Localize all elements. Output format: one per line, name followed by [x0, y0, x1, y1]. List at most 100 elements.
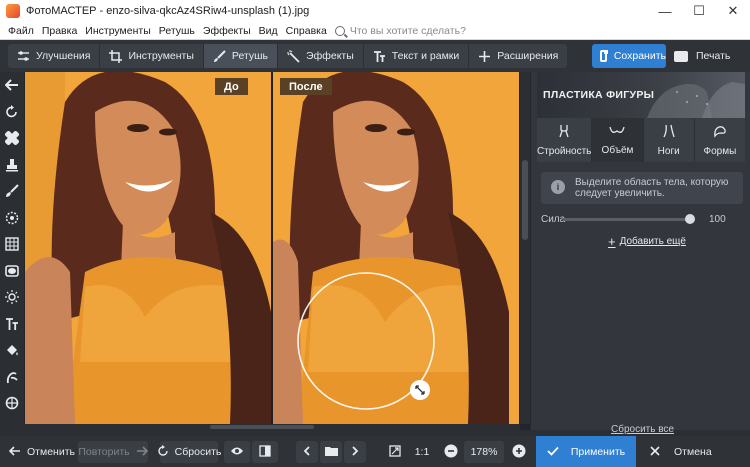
left-toolbar [0, 72, 24, 430]
tab-legs[interactable]: Ноги [643, 118, 695, 162]
strength-slider-row: Сила 100 [541, 212, 743, 226]
tab-shapes[interactable]: Формы [694, 118, 745, 162]
fit-screen-button[interactable] [384, 441, 406, 463]
sun-icon[interactable] [0, 284, 24, 311]
tab-retouch[interactable]: Ретушь [203, 44, 279, 68]
after-label: После [280, 78, 332, 95]
menu-file[interactable]: Файл [4, 25, 38, 37]
strength-label: Сила [541, 213, 566, 225]
next-image-button[interactable] [344, 441, 366, 463]
legs-icon [662, 124, 676, 141]
minimize-button[interactable]: — [648, 0, 682, 22]
cancel-button[interactable]: Отмена [640, 436, 750, 467]
undo-label: Отменить [27, 446, 75, 458]
crop-icon [109, 49, 123, 63]
eye-icon [230, 446, 244, 459]
search-placeholder: Что вы хотите сделать? [349, 24, 466, 37]
zoom-value[interactable]: 178% [464, 441, 504, 463]
body-icon [557, 124, 571, 141]
image-canvas[interactable]: До После [24, 72, 530, 430]
stamp-icon[interactable] [0, 152, 24, 179]
menu-search[interactable]: Что вы хотите сделать? [334, 24, 466, 37]
check-icon [547, 445, 559, 459]
tab-effects[interactable]: Эффекты [278, 44, 364, 68]
compare-button[interactable] [252, 441, 278, 463]
strength-value: 100 [709, 213, 726, 225]
redo-button[interactable]: Повторить [78, 441, 148, 463]
scroll-thumb[interactable] [210, 425, 314, 429]
maximize-button[interactable]: ☐ [682, 0, 716, 22]
undo-icon [8, 445, 21, 459]
plus-circle-icon [512, 444, 526, 461]
slider-handle[interactable] [685, 213, 695, 224]
window-title: ФотоМАСТЕР - enzo-silva-qkcAz4SRiw4-unsp… [26, 5, 310, 17]
prev-image-button[interactable] [296, 441, 318, 463]
tab-label: Текст и рамки [391, 50, 460, 62]
tab-extensions[interactable]: Расширения [469, 44, 568, 68]
add-more-link[interactable]: + Добавить ещё [608, 234, 686, 249]
tab-volume[interactable]: Объём [592, 118, 644, 162]
vignette-icon[interactable] [0, 258, 24, 285]
actual-size-button[interactable]: 1:1 [410, 441, 434, 463]
save-label: Сохранить [613, 50, 666, 62]
volume-icon [609, 125, 626, 140]
reset-button[interactable]: Сбросить [157, 441, 221, 463]
shapes-icon [713, 124, 727, 141]
sliders-icon [17, 50, 30, 63]
reset-label: Сбросить [174, 446, 222, 458]
floppy-icon [600, 50, 608, 62]
print-button[interactable]: Печать [670, 44, 740, 68]
menu-tools[interactable]: Инструменты [81, 25, 154, 37]
menu-edit[interactable]: Правка [38, 25, 81, 37]
strength-slider[interactable] [563, 213, 695, 224]
menu-help[interactable]: Справка [282, 25, 331, 37]
panel-title: ПЛАСТИКА ФИГУРЫ [543, 89, 655, 101]
horizontal-scrollbar[interactable] [24, 424, 520, 430]
healing-icon[interactable] [0, 125, 24, 152]
tab-enhance[interactable]: Улучшения [8, 44, 101, 68]
reset-icon [157, 444, 169, 460]
chevron-right-icon [351, 445, 359, 459]
menu-view[interactable]: Вид [255, 25, 282, 37]
brush-tool-icon[interactable] [0, 178, 24, 205]
zoom-in-button[interactable] [508, 441, 530, 463]
save-button[interactable]: Сохранить [592, 44, 666, 68]
rotate-icon[interactable] [0, 99, 24, 126]
apply-label: Применить [570, 445, 626, 458]
main-toolbar: Улучшения Инструменты Ретушь Эффекты Тек… [0, 40, 750, 72]
back-arrow-icon[interactable] [0, 72, 24, 99]
search-icon [334, 25, 345, 36]
close-window-button[interactable]: ✕ [716, 0, 750, 22]
plus-icon: + [608, 234, 616, 249]
tab-slimness[interactable]: Стройность [537, 118, 593, 162]
plus-icon [478, 50, 491, 63]
after-photo [273, 72, 519, 424]
body-sculpt-panel: ПЛАСТИКА ФИГУРЫ Стройность Объём Ноги Фо… [530, 72, 750, 435]
bottom-bar: Отменить Повторить Сбросить 1:1 178% [0, 436, 750, 467]
body-shape-icon[interactable] [0, 364, 24, 391]
reset-all-link[interactable]: Сбросить все [611, 424, 674, 435]
zoom-out-button[interactable] [440, 441, 462, 463]
apply-button[interactable]: Применить [536, 436, 636, 467]
menu-effects[interactable]: Эффекты [199, 25, 255, 37]
grid-icon[interactable] [0, 231, 24, 258]
redo-icon [136, 445, 148, 459]
scroll-thumb[interactable] [522, 160, 528, 240]
vertical-scrollbar[interactable] [520, 72, 530, 424]
menu-retouch[interactable]: Ретушь [155, 25, 199, 37]
tab-text-frames[interactable]: Текст и рамки [363, 44, 470, 68]
info-icon: i [551, 180, 565, 194]
reset-circle-icon[interactable] [0, 390, 24, 417]
cancel-label: Отмена [674, 445, 712, 458]
radial-icon[interactable] [0, 205, 24, 232]
undo-button[interactable]: Отменить [8, 441, 75, 463]
add-more-label: Добавить ещё [619, 236, 686, 247]
fill-icon[interactable] [0, 337, 24, 364]
preview-eye-button[interactable] [224, 441, 250, 463]
open-folder-button[interactable] [320, 441, 342, 463]
brush-icon [213, 49, 226, 63]
tab-tools[interactable]: Инструменты [100, 44, 204, 68]
app-logo-icon [6, 4, 20, 18]
tab-label: Улучшения [36, 50, 91, 62]
text-tool-icon[interactable] [0, 311, 24, 338]
